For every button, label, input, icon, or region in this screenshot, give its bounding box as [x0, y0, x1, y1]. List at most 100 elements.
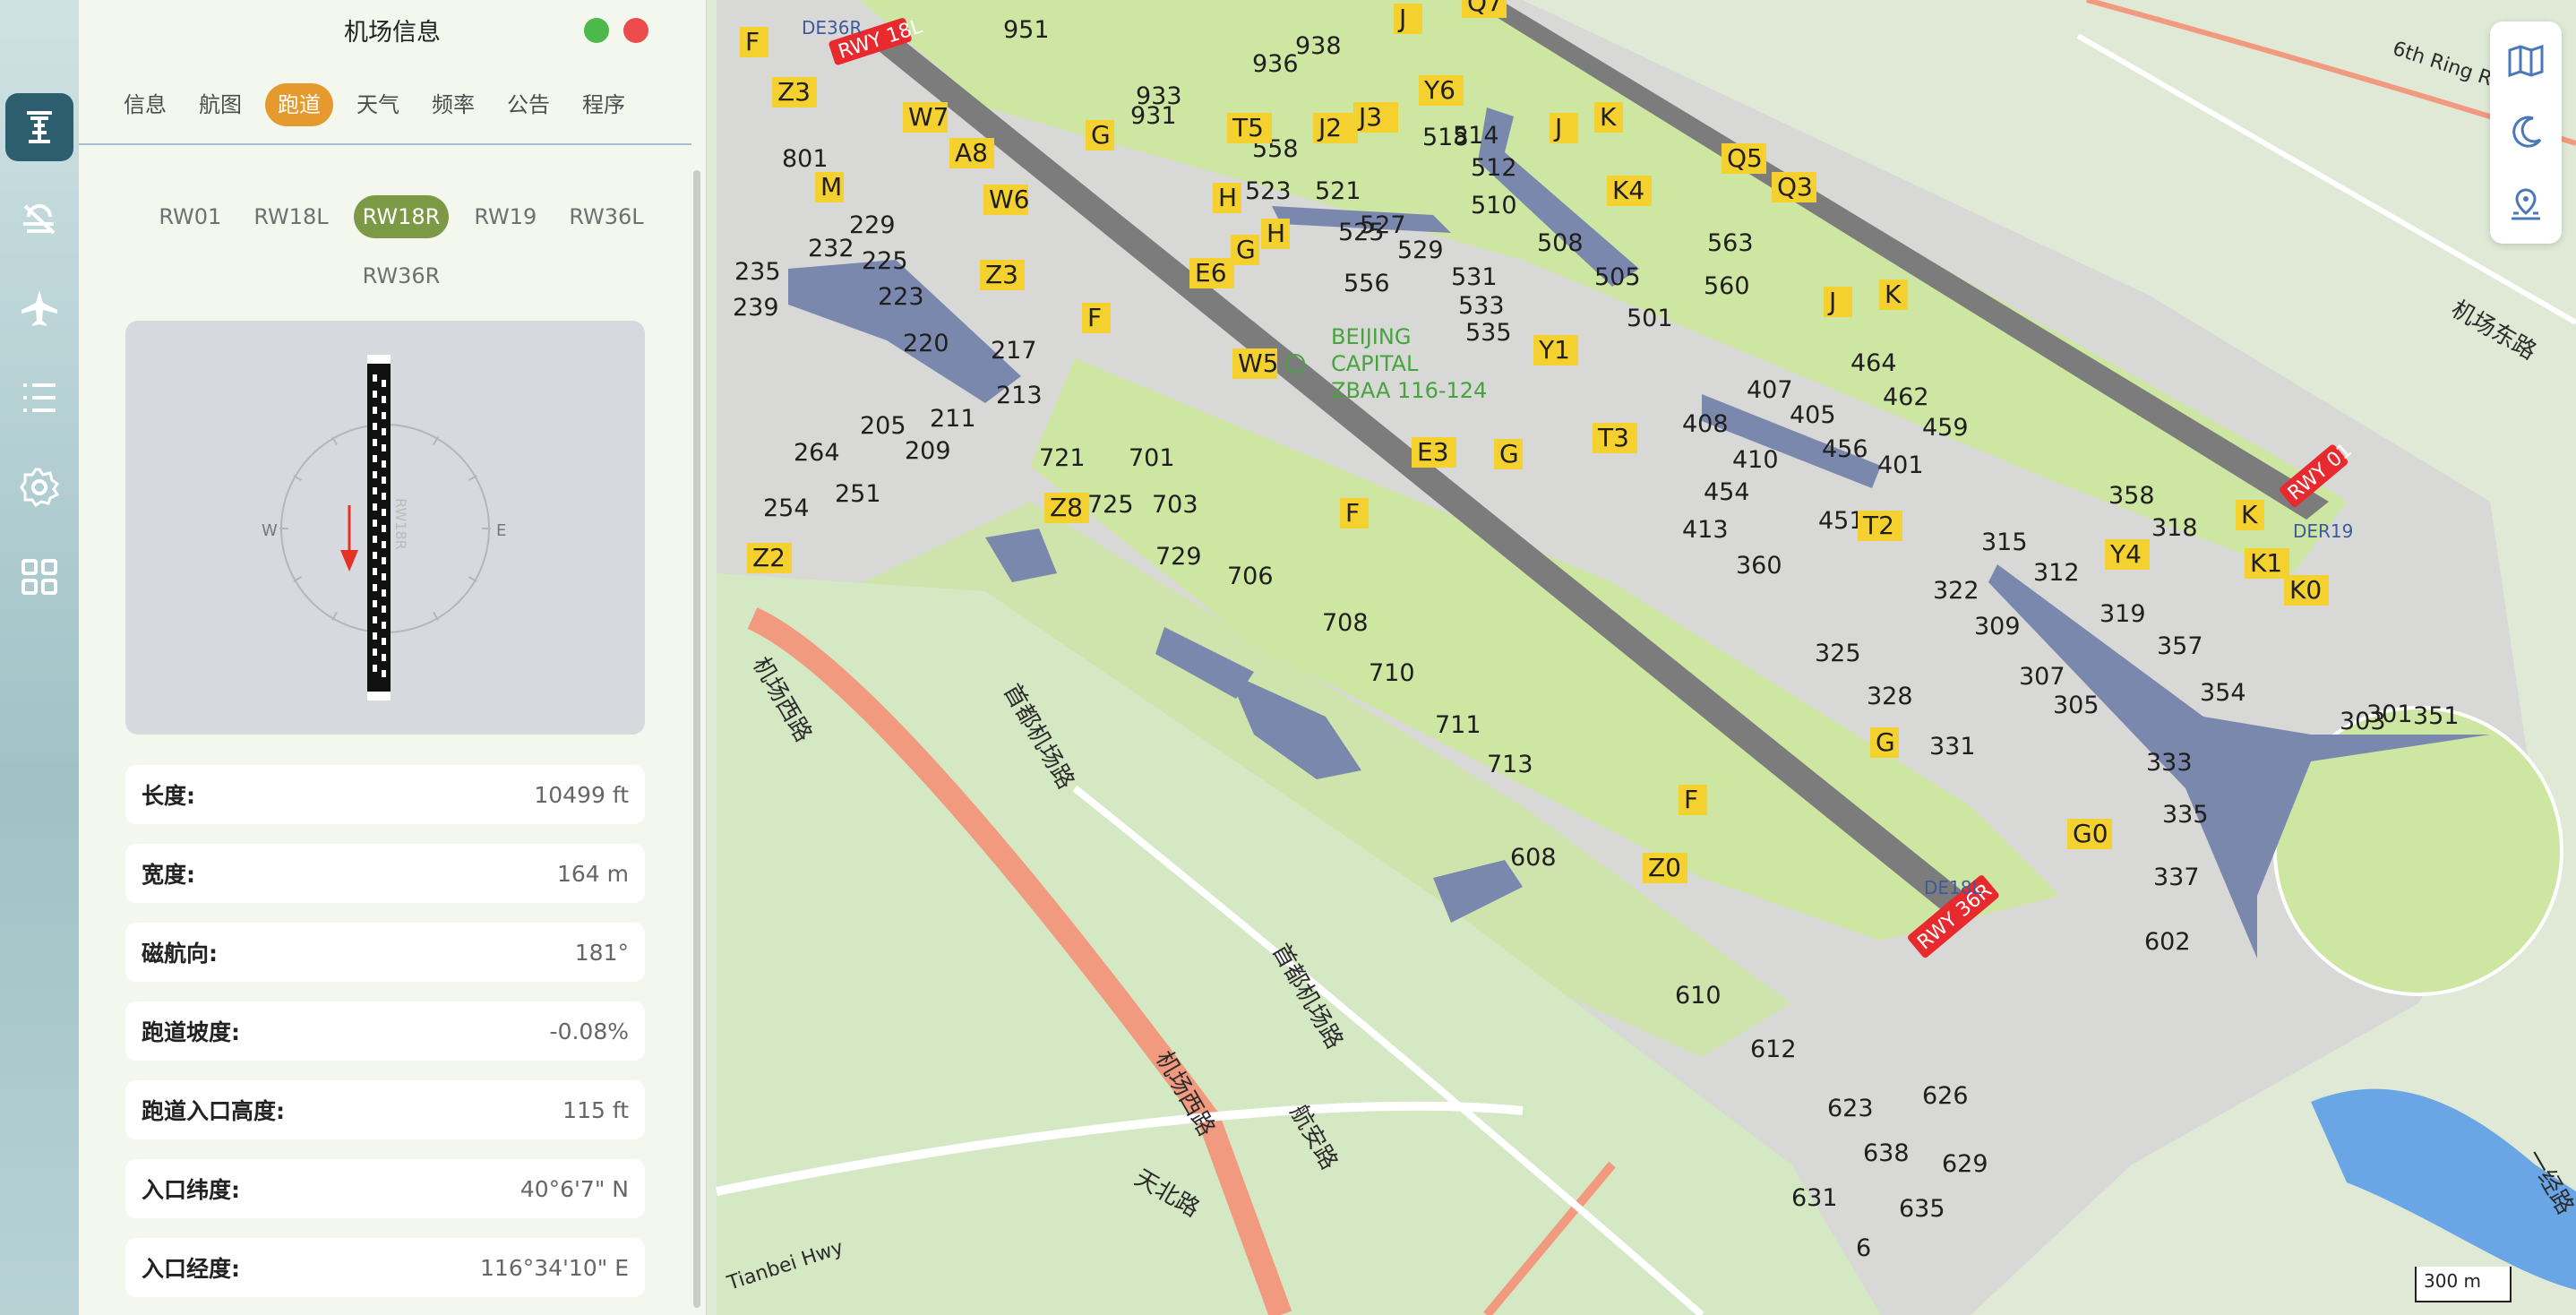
gate-label: 708: [1322, 609, 1369, 637]
runway-rw18r[interactable]: RW18R: [353, 195, 450, 238]
svg-text:H: H: [1218, 183, 1237, 212]
svg-text:K: K: [1600, 102, 1617, 132]
gate-label: 464: [1850, 349, 1897, 377]
gate-label: 710: [1369, 659, 1415, 687]
gate-label: 951: [1003, 16, 1050, 44]
gate-label: 936: [1252, 50, 1299, 78]
runway-marking: [382, 670, 386, 677]
tab-frequency[interactable]: 频率: [423, 83, 484, 126]
gate-label: 451: [1818, 507, 1865, 535]
weather-icon[interactable]: [5, 185, 73, 253]
gate-label: 556: [1344, 270, 1390, 297]
svg-text:F: F: [1087, 303, 1102, 332]
window-green-button[interactable]: [584, 18, 609, 43]
gate-label: 631: [1791, 1184, 1838, 1212]
tab-charts[interactable]: 航图: [190, 83, 251, 126]
info-value: 40°6'7" N: [519, 1175, 629, 1202]
taxiway-label: F: [1679, 785, 1707, 815]
taxiway-label: W7: [903, 102, 949, 133]
tab-runway[interactable]: 跑道: [265, 83, 333, 126]
gate-label: 211: [930, 405, 976, 433]
svg-text:H: H: [1267, 219, 1285, 248]
runway-marking: [373, 536, 377, 543]
map-toolbar: [2490, 21, 2562, 244]
tab-procedure[interactable]: 程序: [573, 83, 634, 126]
runway-marking: [382, 444, 386, 451]
tab-weather[interactable]: 天气: [348, 83, 408, 126]
plane-icon[interactable]: [5, 274, 73, 342]
gate-label: 328: [1867, 683, 1913, 710]
location-pin-icon[interactable]: [2499, 177, 2553, 231]
gate-label: 510: [1471, 192, 1517, 219]
runway-marking: [382, 509, 386, 516]
runway-marking: [382, 493, 386, 500]
taxiway-label: Q7: [1462, 0, 1507, 18]
taxiway-label: W5: [1232, 348, 1279, 379]
runway-rw19[interactable]: RW19: [467, 195, 544, 238]
runway-marking: [373, 391, 377, 398]
runway-compass-card: W E RW18R: [125, 321, 645, 735]
runway-rw01[interactable]: RW01: [151, 195, 228, 238]
gate-label: 315: [1981, 529, 2028, 556]
runway-rw36r[interactable]: RW36R: [356, 254, 448, 297]
gate-label: 523: [1245, 177, 1292, 205]
gate-label: 514: [1453, 122, 1499, 150]
taxiway-label: G: [1231, 235, 1259, 265]
gate-label: 801: [782, 145, 829, 173]
runway-rw36l[interactable]: RW36L: [562, 195, 650, 238]
gate-label: 209: [905, 437, 951, 465]
gate-label: 711: [1435, 711, 1481, 739]
airport-icon[interactable]: [5, 93, 73, 161]
svg-text:W5: W5: [1238, 348, 1279, 378]
svg-text:A8: A8: [955, 138, 988, 168]
runway-marking: [373, 471, 377, 478]
runway-rw18l[interactable]: RW18L: [246, 195, 335, 238]
runway-marking: [373, 665, 377, 672]
taxiway-label: Z2: [747, 543, 792, 573]
taxiway-label: K1: [2245, 548, 2289, 579]
gate-label: 333: [2146, 749, 2193, 777]
gate-label: 608: [1510, 844, 1557, 872]
runway-marking: [382, 573, 386, 580]
gate-label: 229: [849, 211, 896, 239]
grid-icon[interactable]: [5, 543, 73, 611]
info-row-threshold-longitude: 入口经度: 116°34'10" E: [125, 1238, 645, 1297]
gate-label: 319: [2099, 600, 2146, 628]
airport-name-line1: BEIJING: [1331, 324, 1411, 349]
panel-scrollbar[interactable]: [693, 170, 700, 1308]
runway-marking: [373, 584, 377, 591]
gate-label: 629: [1942, 1150, 1988, 1178]
window-close-button[interactable]: [623, 18, 648, 43]
map-icon[interactable]: [2499, 34, 2553, 88]
runway-marking: [382, 606, 386, 613]
info-row-threshold-latitude: 入口纬度: 40°6'7" N: [125, 1159, 645, 1218]
gate-label: 351: [2413, 702, 2460, 730]
svg-text:E3: E3: [1417, 437, 1449, 467]
gate-label: 322: [1933, 577, 1979, 605]
list-icon[interactable]: [5, 364, 73, 432]
tab-notice[interactable]: 公告: [498, 83, 559, 126]
svg-text:J: J: [1397, 4, 1406, 33]
gate-label: 410: [1732, 446, 1779, 474]
moon-icon[interactable]: [2499, 106, 2553, 159]
gate-label: 512: [1471, 154, 1517, 182]
taxiway-label: J: [1394, 4, 1422, 34]
gate-label: 456: [1822, 435, 1868, 463]
gear-icon[interactable]: [5, 453, 73, 521]
gate-label: 535: [1465, 319, 1512, 347]
gate-label: 232: [808, 235, 854, 262]
gate-label: 521: [1315, 177, 1361, 205]
gate-label: 307: [2019, 663, 2065, 691]
svg-text:G0: G0: [2073, 819, 2108, 848]
tab-info[interactable]: 信息: [115, 83, 176, 126]
gate-label: 459: [1922, 414, 1969, 442]
svg-text:K: K: [2241, 500, 2258, 529]
gate-label: 610: [1675, 982, 1722, 1010]
runway-marking: [382, 396, 386, 403]
svg-text:G: G: [1091, 120, 1111, 150]
gate-label: 360: [1736, 552, 1782, 580]
svg-text:F: F: [1345, 498, 1360, 528]
taxiway-label: K: [2236, 500, 2264, 530]
gate-label: 721: [1039, 444, 1086, 472]
runway-marking: [373, 616, 377, 623]
